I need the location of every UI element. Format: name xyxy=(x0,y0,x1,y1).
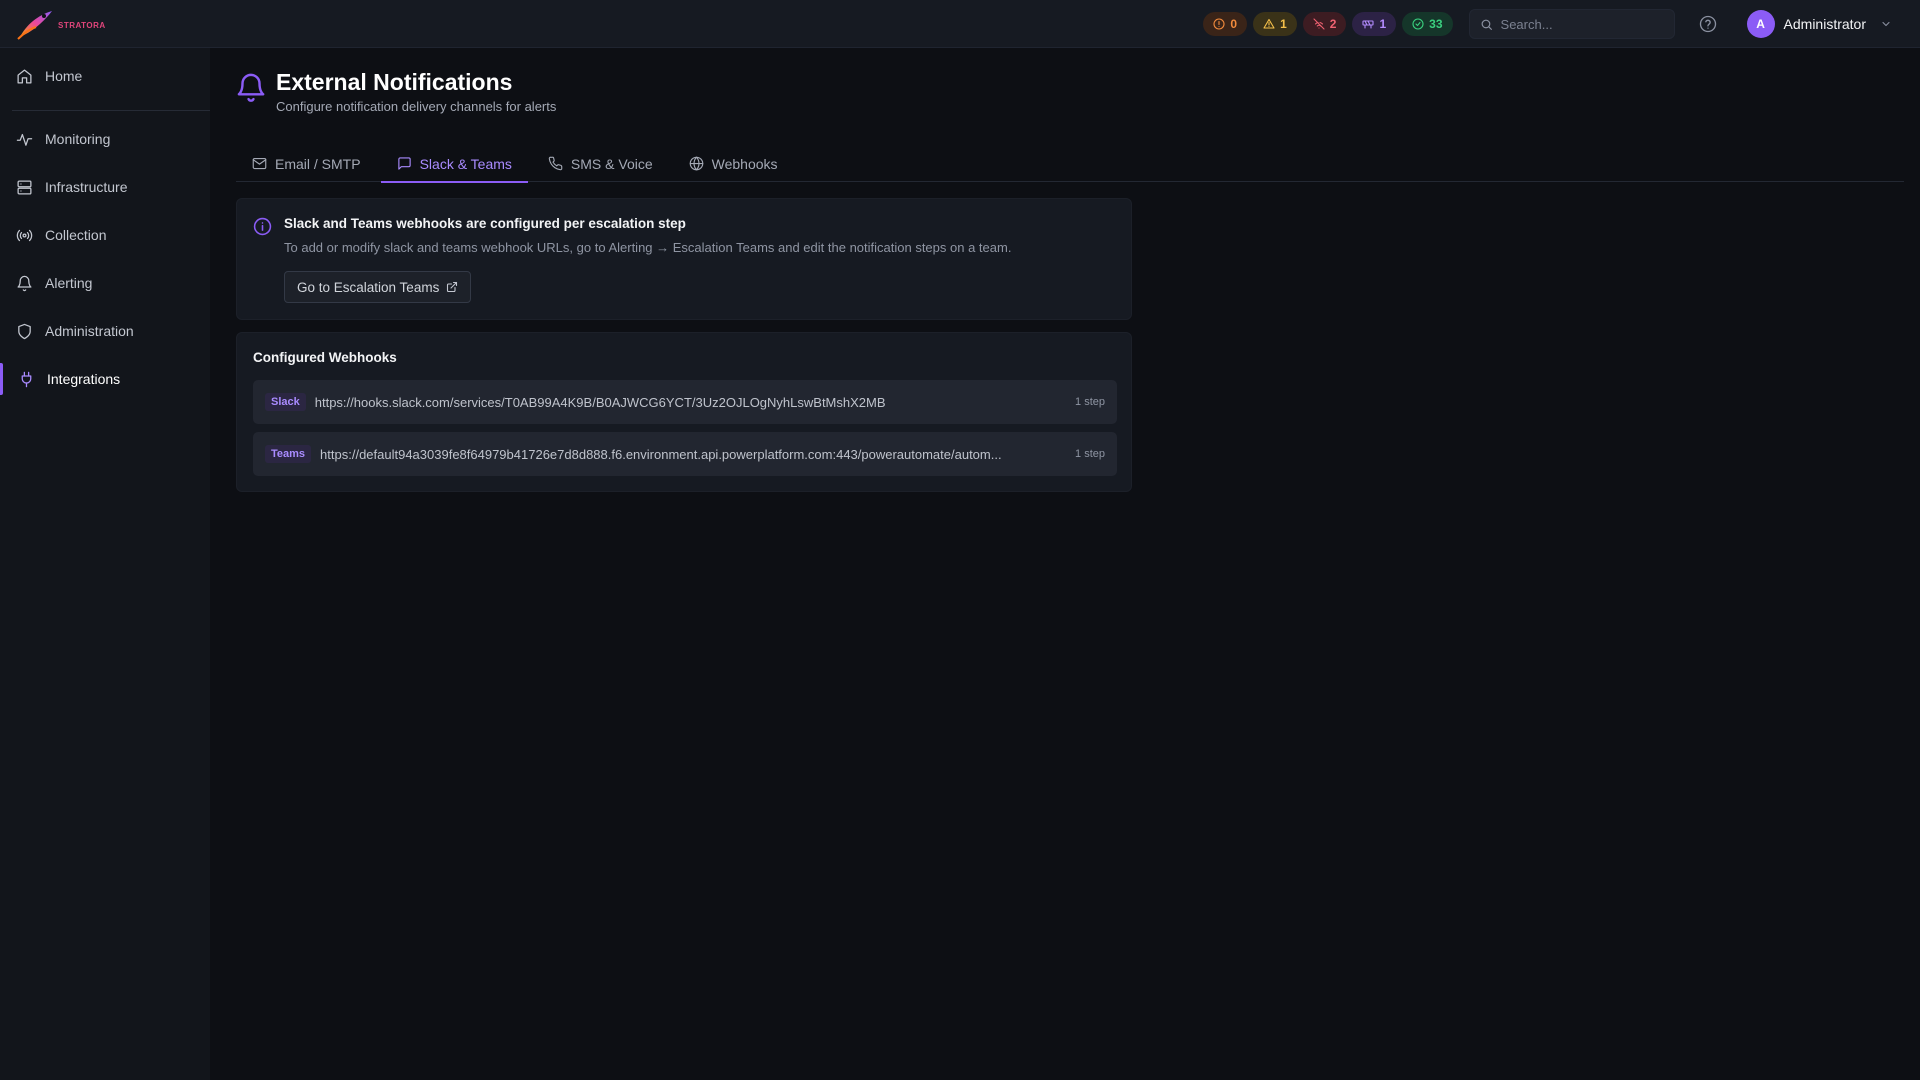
sidebar-item-alerting[interactable]: Alerting xyxy=(0,263,210,303)
sidebar-divider xyxy=(12,110,210,111)
plug-icon xyxy=(21,371,32,387)
status-pill-count: 1 xyxy=(1379,17,1387,31)
page-title: External Notifications xyxy=(276,69,513,95)
status-pill-warning[interactable]: 1 xyxy=(1253,12,1297,36)
alert-circle-icon xyxy=(1213,18,1225,30)
chevron-down-icon xyxy=(1882,21,1890,27)
brand-name: STRATORA xyxy=(58,21,106,30)
webhook-type-badge: Teams xyxy=(265,445,312,463)
status-pill-count: 33 xyxy=(1429,17,1443,31)
sidebar-item-collection[interactable]: Collection xyxy=(0,215,210,255)
section-title: Configured Webhooks xyxy=(253,350,397,365)
user-name: Administrator xyxy=(1783,16,1866,32)
search-icon xyxy=(1481,19,1492,30)
top-right-area: 0 1 2 1 33 A Ad xyxy=(1203,0,1920,48)
wifi-off-icon xyxy=(1313,18,1325,30)
tab-label: Email / SMTP xyxy=(275,155,361,172)
webhook-url: https://hooks.slack.com/services/T0AB99A… xyxy=(314,394,886,410)
globe-icon xyxy=(689,156,703,171)
tab-slack-teams[interactable]: Slack & Teams xyxy=(380,145,529,183)
status-pill-critical[interactable]: 0 xyxy=(1203,12,1248,36)
tab-label: Webhooks xyxy=(711,155,778,172)
tab-bar: Email / SMTP Slack & Teams SMS & Voice W… xyxy=(236,145,1904,183)
sidebar-item-label: Administration xyxy=(45,323,134,339)
tab-label: SMS & Voice xyxy=(570,155,653,172)
tab-label: Slack & Teams xyxy=(419,155,512,172)
tab-webhooks[interactable]: Webhooks xyxy=(673,145,794,182)
configured-webhooks-card: Configured Webhooks Slack https://hooks.… xyxy=(236,332,1132,492)
webhook-row[interactable]: Slack https://hooks.slack.com/services/T… xyxy=(253,380,1117,424)
message-square-icon xyxy=(397,157,411,170)
page-heading: External Notifications Configure notific… xyxy=(276,68,556,114)
sidebar-item-label: Collection xyxy=(45,227,107,243)
webhook-type-badge: Slack xyxy=(265,393,306,411)
status-pill-count: 1 xyxy=(1280,17,1287,31)
status-pills: 0 1 2 1 33 xyxy=(1203,12,1453,36)
mail-icon xyxy=(252,157,267,170)
status-pill-offline[interactable]: 2 xyxy=(1302,12,1347,36)
info-card: Slack and Teams webhooks are configured … xyxy=(236,198,1132,320)
button-label: Go to Escalation Teams xyxy=(297,279,440,295)
sidebar-item-integrations[interactable]: Integrations xyxy=(0,359,210,399)
info-title: Slack and Teams webhooks are configured … xyxy=(284,216,686,231)
sidebar-item-infrastructure[interactable]: Infrastructure xyxy=(0,167,210,207)
phone-icon xyxy=(548,156,563,171)
tab-email-smtp[interactable]: Email / SMTP xyxy=(236,145,377,182)
brand-logo[interactable]: STRATORA xyxy=(16,7,106,41)
page-subtitle: Configure notification delivery channels… xyxy=(276,99,557,114)
sidebar-item-label: Home xyxy=(45,68,83,84)
status-pill-ok[interactable]: 33 xyxy=(1402,12,1453,36)
radio-icon xyxy=(16,229,33,241)
shield-icon xyxy=(18,323,31,339)
server-icon xyxy=(17,179,32,195)
info-icon xyxy=(253,217,272,236)
info-text: To add or modify slack and teams webhook… xyxy=(284,240,1012,255)
alert-triangle-icon xyxy=(1263,18,1275,29)
sidebar-item-home[interactable]: Home xyxy=(0,56,210,96)
tab-sms-voice[interactable]: SMS & Voice xyxy=(532,145,669,182)
avatar: A xyxy=(1746,10,1775,38)
webhook-row[interactable]: Teams https://default94a3039fe8f64979b41… xyxy=(253,432,1117,476)
sidebar: Home Monitoring Infrastructure Collectio… xyxy=(0,48,210,1080)
help-icon[interactable] xyxy=(1699,15,1717,33)
status-pill-count: 0 xyxy=(1230,17,1238,31)
sidebar-item-label: Integrations xyxy=(47,371,121,387)
activity-icon xyxy=(16,133,33,146)
webhook-steps: 1 step xyxy=(1075,396,1105,408)
status-pill-count: 2 xyxy=(1329,17,1337,31)
page-header: External Notifications Configure notific… xyxy=(236,68,556,114)
bell-icon xyxy=(17,275,32,291)
top-bar: STRATORA 0 1 2 1 33 Search... A Administ… xyxy=(0,0,1920,48)
external-link-icon xyxy=(447,281,458,293)
sidebar-item-label: Alerting xyxy=(45,275,93,291)
rocket-logo-icon xyxy=(17,10,52,40)
webhook-url: https://default94a3039fe8f64979b41726e7d… xyxy=(320,446,1002,462)
bell-icon xyxy=(237,73,265,102)
search-input[interactable] xyxy=(1500,16,1661,32)
user-menu[interactable]: A Administrator xyxy=(1746,10,1892,38)
webhook-steps: 1 step xyxy=(1075,448,1105,460)
construction-icon xyxy=(1362,20,1375,29)
search-box[interactable] xyxy=(1468,9,1675,39)
home-icon xyxy=(17,68,32,84)
status-pill-maintenance[interactable]: 1 xyxy=(1352,12,1397,36)
check-circle-icon xyxy=(1412,18,1424,30)
go-to-escalation-teams-button[interactable]: Go to Escalation Teams xyxy=(284,271,472,303)
sidebar-item-label: Monitoring xyxy=(45,131,111,147)
sidebar-item-label: Infrastructure xyxy=(45,179,128,195)
sidebar-item-administration[interactable]: Administration xyxy=(0,311,210,351)
sidebar-item-monitoring[interactable]: Monitoring xyxy=(0,119,210,159)
